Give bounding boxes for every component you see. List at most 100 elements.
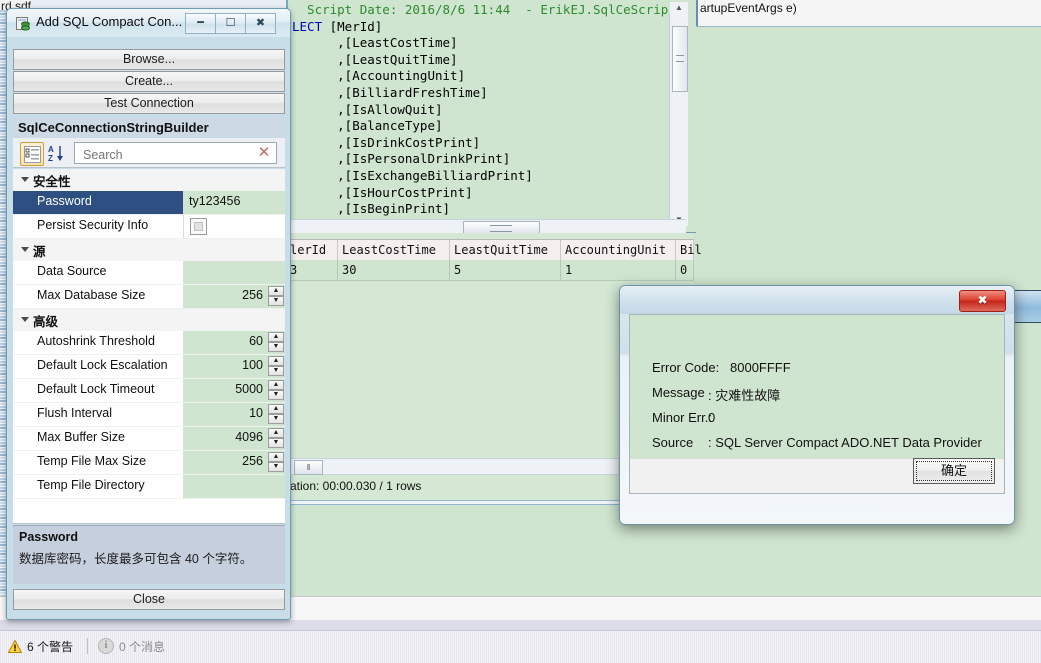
property-name-cell[interactable]: Persist Security Info (13, 215, 183, 238)
clear-search-icon[interactable]: ✕ (256, 144, 272, 162)
property-value-cell[interactable]: 60 ▲ ▼ (183, 331, 285, 354)
stepper-up-icon[interactable]: ▲ (268, 404, 284, 414)
property-category[interactable]: 源 (13, 239, 285, 261)
number-stepper[interactable]: ▲ ▼ (268, 380, 284, 401)
expander-triangle-icon[interactable] (21, 177, 29, 182)
property-value-cell[interactable]: ty123456 (183, 191, 285, 214)
property-name-cell[interactable]: Default Lock Timeout (13, 379, 183, 402)
number-stepper[interactable]: ▲ ▼ (268, 404, 284, 425)
minimize-button[interactable]: ━ (185, 13, 216, 34)
sort-alphabetical-icon[interactable]: A Z (47, 143, 69, 163)
property-row[interactable]: Max Database Size 256 ▲ ▼ (13, 285, 285, 309)
maximize-button[interactable]: ☐ (215, 13, 246, 34)
property-name-cell[interactable]: Password (13, 191, 183, 214)
number-stepper[interactable]: ▲ ▼ (268, 452, 284, 473)
grid-column-header[interactable]: AccountingUnit (561, 240, 676, 260)
error-dialog-title-bar[interactable]: ✖ (620, 286, 1014, 314)
property-name-cell[interactable]: Autoshrink Threshold (13, 331, 183, 354)
create-button[interactable]: Create... (13, 71, 285, 92)
grid-column-header[interactable]: LeastCostTime (338, 240, 450, 260)
number-stepper[interactable]: ▲ ▼ (268, 286, 284, 307)
stepper-down-icon[interactable]: ▼ (268, 414, 284, 424)
stepper-down-icon[interactable]: ▼ (268, 366, 284, 376)
stepper-down-icon[interactable]: ▼ (268, 438, 284, 448)
stepper-down-icon[interactable]: ▼ (268, 342, 284, 352)
property-row[interactable]: Default Lock Escalation 100 ▲ ▼ (13, 355, 285, 379)
property-name-cell[interactable]: Temp File Max Size (13, 451, 183, 474)
stepper-up-icon[interactable]: ▲ (268, 332, 284, 342)
property-value-cell[interactable]: 10 ▲ ▼ (183, 403, 285, 426)
results-grid-row[interactable]: 3 30 5 1 0 (286, 260, 694, 281)
error-dialog[interactable]: ✖ Error Code: 8000FFFF Message: 灾难性故障 Minor… (619, 285, 1015, 525)
editor-vscroll-thumb[interactable] (672, 26, 688, 92)
grid-cell[interactable]: 5 (450, 260, 561, 280)
add-sql-compact-connection-dialog[interactable]: Add SQL Compact Con... ━ ☐ ✖ Browse... C… (6, 8, 291, 620)
number-stepper[interactable]: ▲ ▼ (268, 332, 284, 353)
stepper-down-icon[interactable]: ▼ (268, 462, 284, 472)
ok-button[interactable]: 确定 (913, 458, 995, 484)
stepper-down-icon[interactable]: ▼ (268, 390, 284, 400)
stepper-up-icon[interactable]: ▲ (268, 428, 284, 438)
property-row[interactable]: Temp File Max Size 256 ▲ ▼ (13, 451, 285, 475)
property-category[interactable]: 高级 (13, 309, 285, 331)
stepper-up-icon[interactable]: ▲ (268, 286, 284, 296)
grid-cell[interactable]: 3 (286, 260, 338, 280)
property-value-cell[interactable] (183, 215, 285, 238)
number-stepper[interactable]: ▲ ▼ (268, 428, 284, 449)
property-row[interactable]: Max Buffer Size 4096 ▲ ▼ (13, 427, 285, 451)
results-hscroll-thumb[interactable]: ‖ (294, 460, 323, 475)
property-value-cell[interactable]: 256 ▲ ▼ (183, 285, 285, 308)
search-input[interactable] (81, 145, 250, 164)
property-row[interactable]: Temp File Directory (13, 475, 285, 499)
property-name-cell[interactable]: Temp File Directory (13, 475, 183, 498)
grid-cell[interactable]: 1 (561, 260, 676, 280)
property-name-cell[interactable]: Flush Interval (13, 403, 183, 426)
stepper-up-icon[interactable]: ▲ (268, 452, 284, 462)
results-horizontal-scrollbar[interactable]: ‖ (288, 458, 618, 475)
close-dialog-button[interactable]: Close (13, 589, 285, 610)
browse-button[interactable]: Browse... (13, 49, 285, 70)
stepper-up-icon[interactable]: ▲ (268, 380, 284, 390)
expander-triangle-icon[interactable] (21, 247, 29, 252)
property-row[interactable]: Password ty123456 (13, 191, 285, 215)
property-row[interactable]: Flush Interval 10 ▲ ▼ (13, 403, 285, 427)
property-value-cell[interactable]: 256 ▲ ▼ (183, 451, 285, 474)
grid-column-header[interactable]: LeastQuitTime (450, 240, 561, 260)
status-messages[interactable]: i 0 个消息 (98, 638, 177, 655)
stepper-down-icon[interactable]: ▼ (268, 296, 284, 306)
property-value-cell[interactable]: 100 ▲ ▼ (183, 355, 285, 378)
property-name-cell[interactable]: Data Source (13, 261, 183, 284)
number-stepper[interactable]: ▲ ▼ (268, 356, 284, 377)
error-dialog-close-button[interactable]: ✖ (959, 290, 1006, 312)
scroll-up-icon[interactable]: ▲ (670, 2, 688, 14)
grid-column-header[interactable]: lerId (286, 240, 338, 260)
property-row[interactable]: Autoshrink Threshold 60 ▲ ▼ (13, 331, 285, 355)
grid-cell[interactable]: 30 (338, 260, 450, 280)
property-name-cell[interactable]: Max Buffer Size (13, 427, 183, 450)
dialog-title-bar[interactable]: Add SQL Compact Con... ━ ☐ ✖ (7, 9, 290, 37)
stepper-up-icon[interactable]: ▲ (268, 356, 284, 366)
property-row[interactable]: Persist Security Info (13, 215, 285, 239)
property-value-cell[interactable] (183, 261, 285, 284)
sql-editor-text[interactable]: Script Date: 2016/8/6 11:44 - ErikEJ.Sql… (292, 2, 674, 226)
property-grid[interactable]: 安全性 Password ty123456 Persist Security Info… (13, 169, 285, 524)
property-checkbox[interactable] (190, 218, 207, 235)
editor-vertical-scrollbar[interactable]: ▲ ▼ (669, 2, 688, 226)
editor-horizontal-scrollbar[interactable] (288, 219, 686, 234)
grid-column-header[interactable]: Bil (676, 240, 702, 260)
property-value-cell[interactable]: 4096 ▲ ▼ (183, 427, 285, 450)
close-button[interactable]: ✖ (245, 13, 276, 34)
search-box[interactable]: ✕ (74, 142, 277, 164)
test-connection-button[interactable]: Test Connection (13, 93, 285, 114)
property-category[interactable]: 安全性 (13, 169, 285, 191)
expander-triangle-icon[interactable] (21, 317, 29, 322)
property-value-cell[interactable]: 5000 ▲ ▼ (183, 379, 285, 402)
grid-cell[interactable]: 0 (676, 260, 694, 280)
status-warnings[interactable]: 6 个警告 (7, 638, 85, 655)
property-name-cell[interactable]: Default Lock Escalation (13, 355, 183, 378)
property-row[interactable]: Default Lock Timeout 5000 ▲ ▼ (13, 379, 285, 403)
categorized-view-icon[interactable] (20, 142, 44, 166)
property-value-cell[interactable] (183, 475, 285, 498)
property-name-cell[interactable]: Max Database Size (13, 285, 183, 308)
property-row[interactable]: Data Source (13, 261, 285, 285)
